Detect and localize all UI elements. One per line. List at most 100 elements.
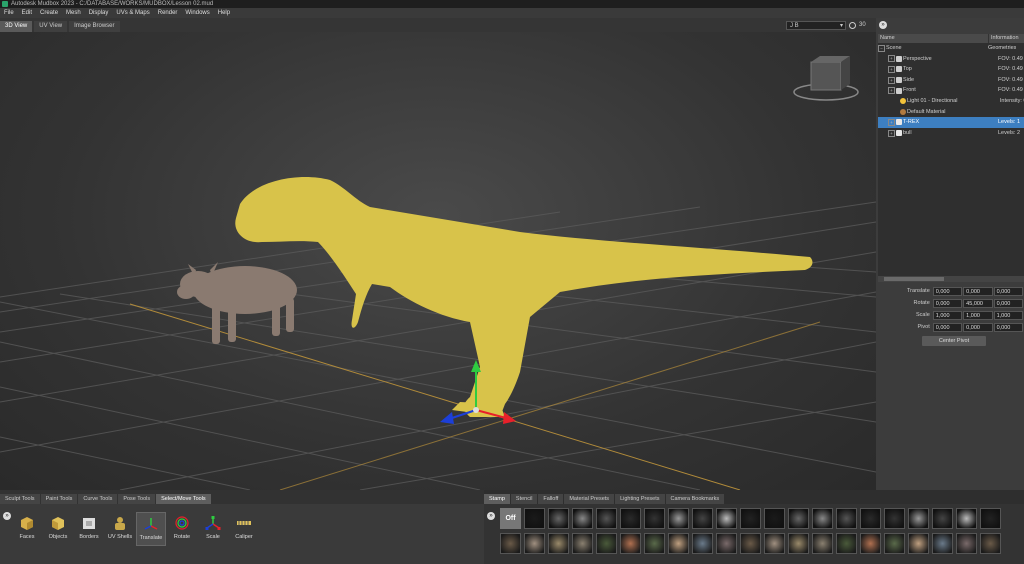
stamp-thumbnail[interactable]: [668, 533, 689, 554]
scrollbar-thumb[interactable]: [884, 277, 944, 281]
tab-stencil[interactable]: Stencil: [510, 494, 538, 504]
stamp-thumbnail[interactable]: [668, 508, 689, 529]
rotate-y-field[interactable]: 45,000: [963, 298, 993, 308]
stamp-thumbnail[interactable]: [524, 533, 545, 554]
trex-model[interactable]: [235, 177, 813, 417]
scale-x-field[interactable]: 1,000: [932, 310, 963, 320]
stamp-thumbnail[interactable]: [908, 533, 929, 554]
stamp-thumbnail[interactable]: [716, 533, 737, 554]
tab-select-move-tools[interactable]: Select/Move Tools: [156, 494, 211, 504]
menu-file[interactable]: File: [0, 10, 18, 16]
stamp-thumbnail[interactable]: [836, 508, 857, 529]
tree-row-side[interactable]: + Side FOV: 0.49: [878, 75, 1024, 86]
stamp-thumbnail[interactable]: [620, 508, 641, 529]
tree-row-bull[interactable]: + bull Levels: 2: [878, 128, 1024, 139]
stamp-thumbnail[interactable]: [644, 508, 665, 529]
viewport-3d[interactable]: [0, 32, 876, 490]
borders-tool[interactable]: Borders: [74, 512, 104, 546]
center-pivot-button[interactable]: Center Pivot: [922, 336, 986, 346]
stamp-thumbnail[interactable]: [812, 533, 833, 554]
expand-toggle[interactable]: +: [888, 65, 895, 73]
tab-pose-tools[interactable]: Pose Tools: [118, 494, 156, 504]
stamp-thumbnail[interactable]: [524, 508, 545, 529]
menu-render[interactable]: Render: [154, 10, 182, 16]
stamp-thumbnail[interactable]: [884, 533, 905, 554]
menu-display[interactable]: Display: [85, 10, 113, 16]
camera-selector[interactable]: J B ▾: [786, 20, 846, 30]
stamp-thumbnail[interactable]: [740, 533, 761, 554]
stamp-thumbnail[interactable]: [884, 508, 905, 529]
expand-toggle[interactable]: +: [888, 76, 895, 84]
translate-tool[interactable]: Translate: [136, 512, 166, 546]
tab-stamp[interactable]: Stamp: [484, 494, 510, 504]
menu-uvs-maps[interactable]: UVs & Maps: [112, 10, 153, 16]
tree-row-perspective[interactable]: + Perspective FOV: 0.49: [878, 54, 1024, 65]
scale-tool[interactable]: Scale: [198, 512, 228, 546]
expand-toggle[interactable]: +: [888, 129, 895, 137]
stamp-thumbnail[interactable]: [572, 533, 593, 554]
stamp-thumbnail[interactable]: [860, 508, 881, 529]
stamp-thumbnail[interactable]: [956, 533, 977, 554]
scale-y-field[interactable]: 1,000: [963, 310, 993, 320]
tree-row-scene[interactable]: − Scene Geometries: [878, 43, 1024, 54]
scene-tree-scrollbar[interactable]: [878, 276, 1024, 282]
rotate-x-field[interactable]: 0,000: [932, 298, 963, 308]
translate-y-field[interactable]: 0,000: [963, 286, 993, 296]
stamp-thumbnail[interactable]: [716, 508, 737, 529]
pivot-z-field[interactable]: 0,000: [993, 322, 1023, 332]
tree-row-light[interactable]: Light 01 - Directional Intensity: 0: [878, 96, 1024, 107]
menu-windows[interactable]: Windows: [181, 10, 213, 16]
stamp-thumbnail[interactable]: [692, 508, 713, 529]
stamp-thumbnail[interactable]: [500, 533, 521, 554]
stamp-thumbnail[interactable]: [812, 508, 833, 529]
panel-collapse-button[interactable]: »: [879, 21, 887, 29]
stamp-thumbnail[interactable]: [956, 508, 977, 529]
column-name[interactable]: Name: [878, 34, 989, 43]
tree-row-default-material[interactable]: Default Material: [878, 107, 1024, 118]
expand-toggle[interactable]: +: [888, 118, 895, 126]
stamp-thumbnail[interactable]: [932, 508, 953, 529]
tree-row-trex[interactable]: + T-REX Levels: 1: [878, 117, 1024, 128]
stamp-thumbnail[interactable]: [980, 533, 1001, 554]
stamp-thumbnail[interactable]: [620, 533, 641, 554]
stamp-thumbnail[interactable]: [548, 533, 569, 554]
stamp-thumbnail[interactable]: [764, 508, 785, 529]
stamp-thumbnail[interactable]: [860, 533, 881, 554]
scale-z-field[interactable]: 1,000: [993, 310, 1023, 320]
tree-row-top[interactable]: + Top FOV: 0.49: [878, 64, 1024, 75]
stamp-thumbnail[interactable]: [548, 508, 569, 529]
stamp-off-button[interactable]: Off: [500, 508, 521, 529]
stamp-thumbnail[interactable]: [644, 533, 665, 554]
stamp-thumbnail[interactable]: [788, 508, 809, 529]
caliper-tool[interactable]: Caliper: [229, 512, 259, 546]
menu-create[interactable]: Create: [36, 10, 62, 16]
menu-edit[interactable]: Edit: [18, 10, 36, 16]
stamp-thumbnail[interactable]: [980, 508, 1001, 529]
menu-mesh[interactable]: Mesh: [62, 10, 85, 16]
menu-help[interactable]: Help: [214, 10, 234, 16]
translate-z-field[interactable]: 0,000: [993, 286, 1023, 296]
pivot-y-field[interactable]: 0,000: [963, 322, 993, 332]
stamp-thumbnail[interactable]: [908, 508, 929, 529]
rotate-tool[interactable]: Rotate: [167, 512, 197, 546]
stamp-thumbnail[interactable]: [932, 533, 953, 554]
stamp-thumbnail[interactable]: [740, 508, 761, 529]
view-cube[interactable]: [793, 56, 859, 101]
tab-curve-tools[interactable]: Curve Tools: [78, 494, 118, 504]
rotate-z-field[interactable]: 0,000: [993, 298, 1023, 308]
tab-paint-tools[interactable]: Paint Tools: [40, 494, 78, 504]
stamp-thumbnail[interactable]: [788, 533, 809, 554]
expand-toggle[interactable]: +: [888, 55, 895, 63]
column-information[interactable]: Information: [989, 34, 1019, 43]
faces-tool[interactable]: Faces: [12, 512, 42, 546]
tab-lighting-presets[interactable]: Lighting Presets: [615, 494, 665, 504]
expand-toggle[interactable]: +: [888, 87, 895, 95]
stamp-thumbnail[interactable]: [836, 533, 857, 554]
tab-3d-view[interactable]: 3D View: [0, 21, 33, 32]
tab-falloff[interactable]: Falloff: [538, 494, 564, 504]
tab-camera-bookmarks[interactable]: Camera Bookmarks: [665, 494, 725, 504]
objects-tool[interactable]: Objects: [43, 512, 73, 546]
tool-tray-expand-button[interactable]: »: [3, 512, 11, 520]
tab-uv-view[interactable]: UV View: [34, 21, 68, 32]
pivot-x-field[interactable]: 0,000: [932, 322, 963, 332]
